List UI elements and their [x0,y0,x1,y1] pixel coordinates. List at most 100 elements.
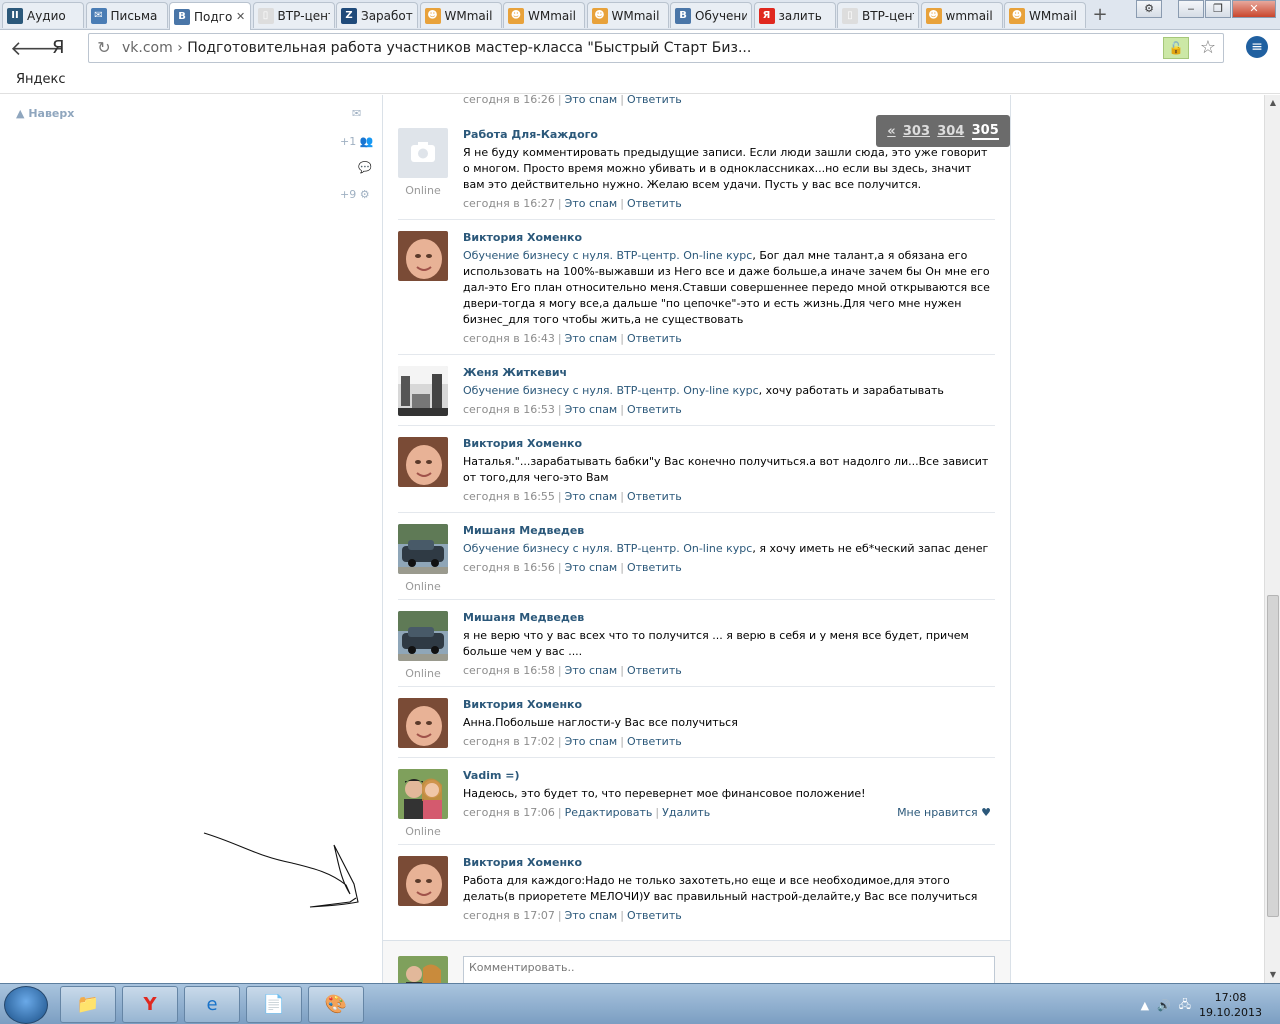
browser-tab[interactable]: В Обучение [670,2,752,28]
page-303[interactable]: 303 [903,124,930,139]
author-name[interactable]: Виктория Хоменко [463,437,582,450]
browser-tab[interactable]: Z Заработок [336,2,418,28]
maximize-button[interactable]: ❐ [1205,0,1231,18]
comment-action-1[interactable]: Это спам [565,561,618,574]
comment-action-1[interactable]: Редактировать [565,806,653,819]
volume-icon[interactable]: 🔊 [1157,999,1171,1012]
like-button[interactable]: Мне нравится ♥ [897,806,991,819]
author-avatar[interactable] [398,128,448,178]
pager-prev[interactable]: « [887,124,895,139]
comment-action-2[interactable]: Ответить [627,664,682,677]
spam-link[interactable]: Это спам [565,95,618,106]
scrollbar-thumb[interactable] [1267,595,1279,917]
messages-icon[interactable]: ✉ [352,107,361,120]
settings-counter[interactable]: +9 ⚙ [340,188,370,201]
protect-extension-icon[interactable]: 🔓 [1163,37,1189,59]
comments-icon[interactable]: 💬 [358,161,372,174]
scroll-up-arrow[interactable]: ▲ [1265,95,1280,111]
browser-tab[interactable]: ☻ WMmail [1004,2,1086,28]
browser-tab[interactable]: В Подготовит ✕ [169,2,251,30]
start-button[interactable] [4,986,48,1024]
browser-tab[interactable]: ☻ wmmail [920,2,1003,28]
author-name[interactable]: Мишаня Медведев [463,524,584,537]
close-tab-icon[interactable]: ✕ [236,10,246,23]
comment-action-2[interactable]: Ответить [627,197,682,210]
comment-time: сегодня в 16:26 [463,95,555,106]
network-icon[interactable]: 🖧 [1179,996,1191,1015]
comment-action-2[interactable]: Ответить [627,909,682,922]
author-avatar[interactable] [398,366,448,416]
comment-action-1[interactable]: Это спам [565,490,618,503]
browser-menu-icon[interactable]: ≡ [1246,36,1268,58]
reload-icon[interactable]: ↻ [95,38,113,58]
scroll-down-arrow[interactable]: ▼ [1265,967,1280,983]
browser-tab[interactable]: II Аудио [2,2,84,28]
author-avatar[interactable] [398,231,448,281]
new-tab-button[interactable]: + [1088,5,1112,25]
notes-icon[interactable]: 📄 [246,986,302,1023]
browser-tab[interactable]: ☻ WMmail [586,2,669,28]
page-304[interactable]: 304 [937,124,964,139]
comment-action-1[interactable]: Это спам [565,197,618,210]
comment-action-2[interactable]: Удалить [662,806,710,819]
browser-tab[interactable]: ☻ WMmail [419,2,502,28]
comment-action-2[interactable]: Ответить [627,735,682,748]
browser-tab[interactable]: ▯ВТР-центр [837,2,919,28]
group-mention-link[interactable]: Обучение бизнесу с нуля. ВТР-центр. Ony-… [463,384,759,397]
paint-icon[interactable]: 🎨 [308,986,364,1023]
author-name[interactable]: Мишаня Медведев [463,611,584,624]
author-avatar[interactable] [398,769,448,819]
back-button[interactable]: 🡐 [10,36,64,60]
reply-link[interactable]: Ответить [627,95,682,106]
browser-tab[interactable]: ▯ВТР-центр [252,2,335,28]
comment-action-1[interactable]: Это спам [565,909,618,922]
author-avatar[interactable] [398,856,448,906]
comment-action-2[interactable]: Ответить [627,561,682,574]
bookmark-star-icon[interactable]: ☆ [1197,37,1219,59]
internet-explorer-icon[interactable]: e [184,986,240,1023]
author-name[interactable]: Женя Житкевич [463,366,567,379]
author-name[interactable]: Виктория Хоменко [463,856,582,869]
address-text[interactable]: vk.com › Подготовительная работа участни… [122,40,751,56]
page-scrollbar[interactable]: ▲ ▼ [1264,95,1280,983]
page-icon: ▯ [842,7,858,24]
settings-icon[interactable]: ⚙ [1136,0,1162,18]
comment-action-2[interactable]: Ответить [627,403,682,416]
group-mention-link[interactable]: Обучение бизнесу с нуля. ВТР-центр. On-l… [463,249,752,262]
minimize-button[interactable]: ‒ [1178,0,1204,18]
author-name[interactable]: Виктория Хоменко [463,698,582,711]
browser-tab[interactable]: ☻ WMmail [503,2,585,28]
yandex-logo-icon[interactable]: Я [52,36,72,60]
comment-action-1[interactable]: Это спам [565,664,618,677]
comment-action-2[interactable]: Ответить [627,490,682,503]
author-name[interactable]: Виктория Хоменко [463,231,582,244]
comment-time: сегодня в 17:06 [463,806,555,819]
group-mention-link[interactable]: Обучение бизнесу с нуля. ВТР-центр. On-l… [463,542,752,555]
comment-meta: сегодня в 16:43 | Это спам | Ответить [463,332,682,345]
author-avatar[interactable] [398,437,448,487]
url-separator: › [177,40,183,56]
bookmark-yandex[interactable]: Яндекс [16,72,66,87]
explorer-icon[interactable]: 📁 [60,986,116,1023]
comment-action-1[interactable]: Это спам [565,735,618,748]
author-name[interactable]: Работа Для-Каждого [463,128,598,141]
comment-meta: сегодня в 17:06 | Редактировать | Удалить [463,806,711,819]
address-bar[interactable]: ↻ vk.com › Подготовительная работа участ… [88,33,1224,63]
browser-tab[interactable]: Язалить [753,2,836,28]
browser-tab[interactable]: ✉ Письма [85,2,168,28]
comment-action-1[interactable]: Это спам [565,332,618,345]
close-window-button[interactable]: ✕ [1232,0,1276,18]
comment-action-2[interactable]: Ответить [627,332,682,345]
comment-input[interactable]: Комментировать.. [463,956,995,983]
yandex-browser-icon[interactable]: Y [122,986,178,1023]
author-avatar[interactable] [398,524,448,574]
comment-item: Виктория Хоменко Работа для каждого:Надо … [398,856,995,928]
author-avatar[interactable] [398,698,448,748]
comment-action-1[interactable]: Это спам [565,403,618,416]
friends-counter[interactable]: +1 👥 [340,135,373,148]
author-avatar[interactable] [398,611,448,661]
clock[interactable]: 17:08 19.10.2013 [1199,990,1262,1020]
scroll-to-top-link[interactable]: ▲ Наверх [16,107,74,120]
tray-expand-icon[interactable]: ▲ [1141,999,1149,1012]
author-name[interactable]: Vadim =) [463,769,520,782]
